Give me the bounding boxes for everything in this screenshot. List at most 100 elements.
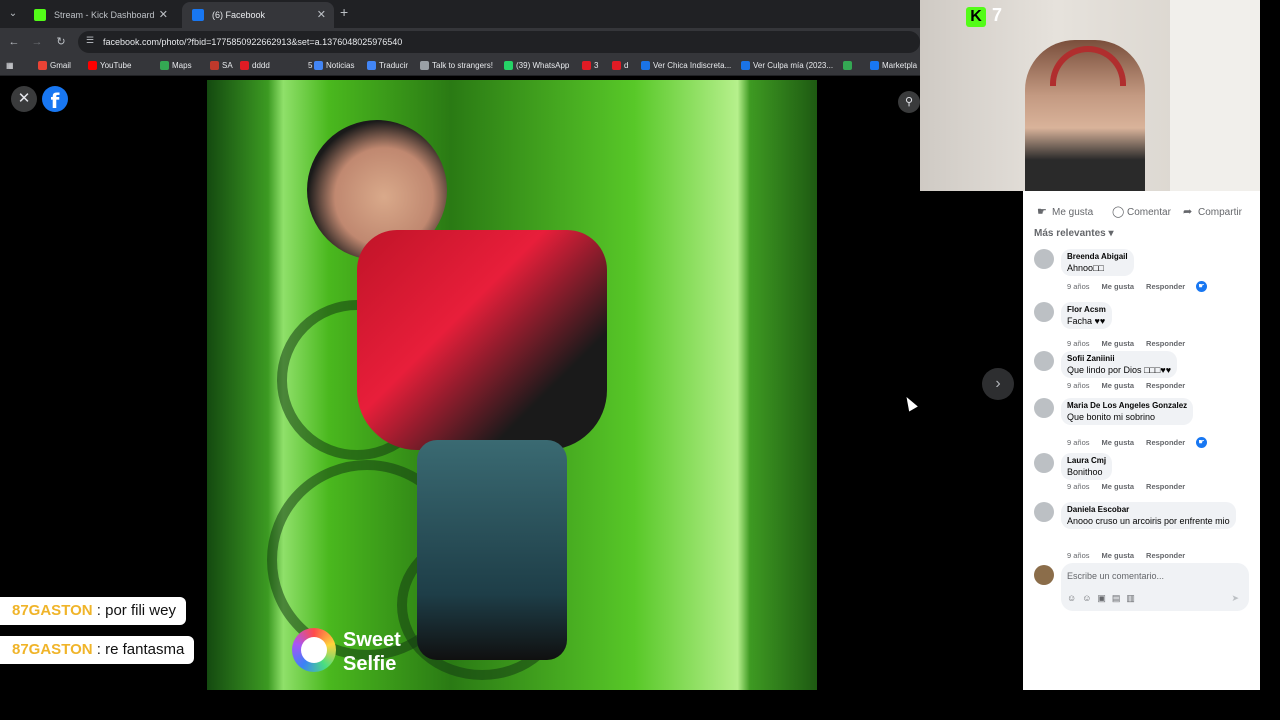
comment-reply-link[interactable]: Responder — [1146, 282, 1185, 291]
chat-separator: : — [92, 602, 106, 619]
close-icon[interactable]: ✕ — [11, 86, 37, 112]
reload-icon[interactable]: ↻ — [52, 33, 70, 51]
bookmark-item[interactable]: d — [612, 56, 628, 75]
bookmark-item[interactable] — [843, 56, 855, 75]
bookmark-item[interactable]: Noticias — [314, 56, 354, 75]
avatar[interactable] — [1034, 398, 1054, 418]
bookmark-item[interactable]: Ver Chica Indiscreta... — [641, 56, 731, 75]
bookmark-item[interactable]: (39) WhatsApp — [504, 56, 569, 75]
comment-bubble: Sofii Zaniinii Que lindo por Dios □□□♥♥ — [1061, 351, 1178, 378]
browser-toolbar: ← → ↻ ☰ facebook.com/photo/?fbid=1775850… — [0, 28, 920, 56]
bookmark-label: dddd — [252, 61, 270, 70]
bookmark-item[interactable]: 5 — [296, 56, 312, 75]
comment-reply-link[interactable]: Responder — [1146, 438, 1185, 447]
avatar[interactable] — [1034, 453, 1054, 473]
thumbs-up-icon: ☛ — [1037, 206, 1047, 218]
next-photo-icon[interactable]: › — [982, 368, 1014, 400]
comment-composer: Escribe un comentario... ☺☺▣▤▥ ➤ — [1023, 563, 1260, 611]
site-info-icon[interactable]: ☰ — [86, 35, 94, 46]
bookmark-label: Talk to strangers! — [432, 61, 493, 70]
chat-separator: : — [92, 641, 106, 658]
new-tab-icon[interactable]: + — [340, 4, 348, 20]
comment-text: Facha ♥♥ — [1067, 316, 1106, 326]
comment-age[interactable]: 9 años — [1067, 438, 1090, 447]
bookmark-item[interactable]: 3 — [582, 56, 599, 75]
comment-author[interactable]: Sofii Zaniinii — [1067, 354, 1171, 363]
bookmark-label: 3 — [594, 61, 599, 70]
send-icon[interactable]: ➤ — [1231, 593, 1239, 604]
viewer-count-badge: K7 — [966, 4, 1002, 27]
bookmark-item[interactable]: Talk to strangers! — [420, 56, 493, 75]
url-text[interactable]: facebook.com/photo/?fbid=177585092266291… — [103, 31, 402, 53]
comment-author[interactable]: Breenda Abigail — [1067, 252, 1128, 261]
forward-icon[interactable]: → — [28, 33, 46, 51]
photo: Sweet Selfie — [207, 80, 817, 690]
bookmark-favicon-icon — [296, 61, 305, 70]
avatar[interactable] — [1034, 249, 1054, 269]
share-button[interactable]: ➦ Compartir — [1183, 205, 1242, 218]
facebook-logo-icon[interactable]: f — [42, 86, 68, 113]
tab-title: Stream - Kick Dashboard — [54, 10, 155, 20]
bookmark-item[interactable]: SA — [210, 56, 233, 75]
tab-kick-dashboard[interactable]: Stream - Kick Dashboard ✕ — [24, 2, 176, 28]
comment-reply-link[interactable]: Responder — [1146, 551, 1185, 560]
bookmark-favicon-icon — [420, 61, 429, 70]
bookmark-label: Marketpla — [882, 61, 918, 70]
composer-tools[interactable]: ☺☺▣▤▥ — [1067, 593, 1141, 604]
bookmark-item[interactable]: Ver Culpa mía (2023... — [741, 56, 834, 75]
comment-input[interactable]: Escribe un comentario... ☺☺▣▤▥ ➤ — [1061, 563, 1249, 611]
bookmark-item[interactable]: Gmail — [38, 56, 71, 75]
bookmark-favicon-icon — [582, 61, 591, 70]
bookmark-item[interactable]: Traducir — [367, 56, 408, 75]
comment-like-link[interactable]: Me gusta — [1102, 482, 1135, 491]
comment-like-link[interactable]: Me gusta — [1102, 381, 1135, 390]
comment-age[interactable]: 9 años — [1067, 339, 1090, 348]
comment-author[interactable]: Laura Cmj — [1067, 456, 1106, 465]
comment-like-link[interactable]: Me gusta — [1102, 282, 1135, 291]
bookmark-item[interactable]: Maps — [160, 56, 192, 75]
comment-reply-link[interactable]: Responder — [1146, 381, 1185, 390]
like-button[interactable]: ☛ Me gusta — [1037, 205, 1093, 218]
comment-author[interactable]: Maria De Los Angeles Gonzalez — [1067, 401, 1187, 410]
comment-reply-link[interactable]: Responder — [1146, 482, 1185, 491]
like-reaction-icon[interactable]: ☛ — [1196, 281, 1207, 292]
bookmark-item[interactable]: YouTube — [88, 56, 131, 75]
bookmark-favicon-icon — [240, 61, 249, 70]
tab-facebook[interactable]: (6) Facebook ✕ — [182, 2, 334, 28]
comments-panel: ☛ Me gusta ◯ Comentar ➦ Compartir Más relev… — [1023, 191, 1260, 690]
chat-text: re fantasma — [105, 641, 185, 658]
comment-age[interactable]: 9 años — [1067, 381, 1090, 390]
comment-button[interactable]: ◯ Comentar — [1112, 205, 1171, 218]
bookmark-label: Ver Culpa mía (2023... — [753, 61, 834, 70]
comment-age[interactable]: 9 años — [1067, 282, 1090, 291]
tab-search-icon[interactable]: ⌄ — [4, 5, 22, 23]
comment-bubble: Laura Cmj Bonithoo — [1061, 453, 1113, 480]
zoom-in-icon[interactable]: ⚲ — [898, 91, 920, 113]
avatar[interactable] — [1034, 351, 1054, 371]
like-reaction-icon[interactable]: ☛ — [1196, 437, 1207, 448]
comment-like-link[interactable]: Me gusta — [1102, 438, 1135, 447]
close-tab-icon[interactable]: ✕ — [317, 2, 326, 28]
apps-icon[interactable]: ▦ — [6, 56, 14, 75]
comment-meta: 9 años Me gusta Responder — [1067, 282, 1197, 291]
comment-reply-link[interactable]: Responder — [1146, 339, 1185, 348]
share-icon: ➦ — [1183, 206, 1193, 218]
avatar[interactable] — [1034, 302, 1054, 322]
comment-meta: 9 años Me gusta Responder — [1067, 551, 1197, 560]
close-tab-icon[interactable]: ✕ — [159, 2, 168, 28]
comment-icon: ◯ — [1112, 206, 1125, 218]
comment-like-link[interactable]: Me gusta — [1102, 339, 1135, 348]
back-icon[interactable]: ← — [5, 33, 23, 51]
bookmark-item[interactable]: Marketpla — [870, 56, 918, 75]
bookmarks-bar: ▦ Gmail YouTube Maps SA dddd 5 Noticias Traduci… — [0, 56, 920, 76]
comment-age[interactable]: 9 años — [1067, 551, 1090, 560]
child-figure — [417, 440, 567, 660]
address-bar[interactable]: ☰ facebook.com/photo/?fbid=1775850922662… — [78, 31, 920, 53]
sort-dropdown[interactable]: Más relevantes ▾ — [1034, 228, 1114, 239]
avatar[interactable] — [1034, 502, 1054, 522]
comment-like-link[interactable]: Me gusta — [1102, 551, 1135, 560]
comment-author[interactable]: Flor Acsm — [1067, 305, 1106, 314]
bookmark-item[interactable]: dddd — [240, 56, 270, 75]
comment-author[interactable]: Daniela Escobar — [1067, 505, 1230, 514]
comment-age[interactable]: 9 años — [1067, 482, 1090, 491]
